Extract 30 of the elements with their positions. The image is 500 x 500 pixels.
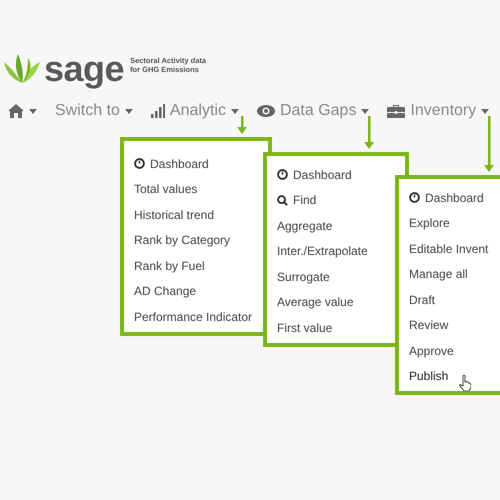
eye-icon <box>256 105 275 117</box>
menu-item[interactable]: Publish <box>409 364 500 389</box>
nav-menu-item[interactable] <box>8 104 37 118</box>
caret-icon <box>124 108 133 114</box>
menu-item[interactable]: Dashboard <box>134 151 268 176</box>
caret-icon <box>230 108 239 114</box>
menu-item[interactable]: Dashboard <box>409 185 500 210</box>
home-icon <box>8 104 24 118</box>
caret-icon <box>481 108 490 114</box>
leaf-logo-icon <box>2 54 42 84</box>
menu-item[interactable]: Dashboard <box>277 162 405 188</box>
pointer-arrow <box>484 116 494 172</box>
dashboard-icon <box>409 192 420 204</box>
search-icon <box>277 194 288 206</box>
dashboard-icon <box>277 169 288 180</box>
menu-item[interactable]: Find <box>277 188 405 213</box>
menu-item[interactable]: Manage all <box>409 262 500 287</box>
menu-item[interactable]: Editable Invent <box>409 236 500 262</box>
menu-item[interactable]: Draft <box>409 287 500 312</box>
briefcase-icon <box>387 104 406 118</box>
hand-cursor-icon <box>459 374 471 390</box>
dashboard-icon <box>134 158 145 170</box>
caret-icon <box>29 108 37 114</box>
bar-chart-icon <box>150 104 165 118</box>
menu-item[interactable]: Explore <box>409 210 500 236</box>
menu-item[interactable]: Review <box>409 312 500 338</box>
caret-icon <box>361 108 370 114</box>
pointer-arrow <box>237 116 247 134</box>
pointer-arrow <box>364 116 374 149</box>
menu-item[interactable]: Approve <box>409 338 500 364</box>
